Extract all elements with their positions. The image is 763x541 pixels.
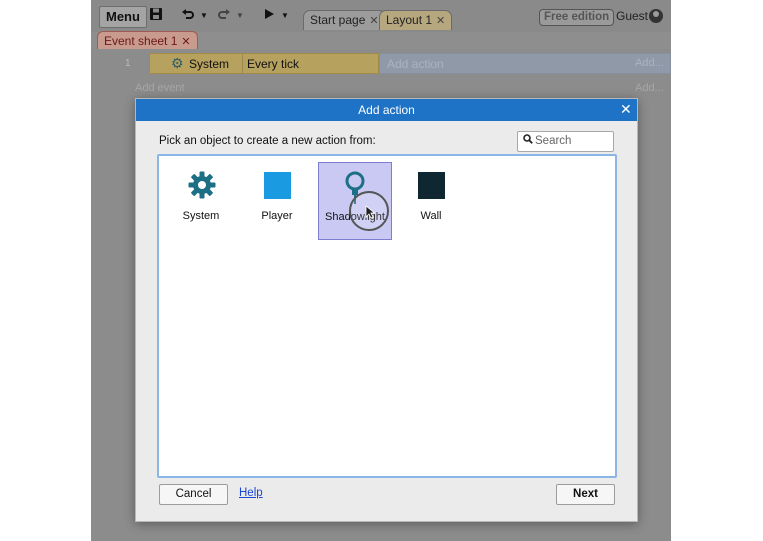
condition-name: Every tick: [247, 57, 300, 71]
search-icon: [523, 134, 533, 147]
tab-start-page[interactable]: Start page ✕: [303, 10, 386, 30]
mouse-pointer-icon: [365, 205, 376, 224]
object-label: System: [182, 210, 220, 222]
event-row-number: 1: [125, 58, 131, 69]
undo-icon[interactable]: [181, 7, 195, 24]
close-icon[interactable]: ✕: [436, 15, 445, 27]
gear-icon: [187, 170, 217, 206]
dialog-prompt: Pick an object to create a new action fr…: [159, 135, 376, 147]
sprite-icon: [264, 172, 291, 199]
tab-event-sheet-1[interactable]: Event sheet 1 ✕: [97, 31, 198, 50]
add-action-dialog: Add action ✕ Pick an object to create a …: [135, 98, 638, 522]
tab-label: Start page: [310, 13, 366, 27]
top-toolbar: Menu ▼ ▼ ▼ Start page ✕ Layout 1 ✕ Free ed…: [91, 0, 671, 32]
tab-layout-1[interactable]: Layout 1 ✕: [379, 10, 453, 30]
tab-label: Event sheet 1: [104, 34, 178, 48]
play-icon[interactable]: [263, 7, 275, 24]
object-player[interactable]: Player: [241, 162, 313, 238]
close-icon[interactable]: ✕: [620, 101, 632, 118]
gear-icon: ⚙: [171, 55, 184, 71]
tab-label: Layout 1: [386, 13, 433, 27]
add-more-link[interactable]: Add...: [635, 57, 664, 69]
next-button[interactable]: Next: [556, 484, 615, 505]
sprite-icon: [418, 172, 445, 199]
save-icon[interactable]: [149, 7, 163, 24]
user-avatar-icon[interactable]: [649, 9, 663, 23]
object-wall[interactable]: Wall: [395, 162, 467, 238]
object-system[interactable]: System: [165, 162, 237, 238]
menu-button[interactable]: Menu: [99, 6, 147, 28]
add-event-link[interactable]: Add event: [135, 82, 185, 94]
undo-dropdown-icon[interactable]: ▼: [200, 11, 208, 20]
condition-object: System: [189, 57, 230, 71]
play-dropdown-icon[interactable]: ▼: [281, 11, 289, 20]
user-name[interactable]: Guest: [616, 9, 648, 23]
close-icon[interactable]: ✕: [181, 36, 190, 48]
dialog-title: Add action: [358, 103, 415, 117]
cancel-button[interactable]: Cancel: [159, 484, 228, 505]
redo-icon[interactable]: [217, 7, 231, 24]
close-icon[interactable]: ✕: [369, 15, 378, 27]
divider: [242, 53, 243, 74]
search-input[interactable]: [535, 133, 609, 149]
object-list: System Player Shadowlight Wall: [157, 154, 617, 478]
dialog-title-bar: Add action ✕: [136, 99, 637, 121]
free-edition-badge[interactable]: Free edition: [539, 9, 615, 26]
add-more-link[interactable]: Add...: [635, 82, 664, 94]
redo-dropdown-icon[interactable]: ▼: [236, 11, 244, 20]
object-label: Wall: [420, 210, 442, 222]
object-label: Player: [261, 210, 293, 222]
object-shadowlight[interactable]: Shadowlight: [318, 162, 392, 240]
search-box[interactable]: [517, 131, 614, 152]
help-link[interactable]: Help: [239, 487, 263, 499]
add-action-link[interactable]: Add action: [387, 57, 444, 71]
